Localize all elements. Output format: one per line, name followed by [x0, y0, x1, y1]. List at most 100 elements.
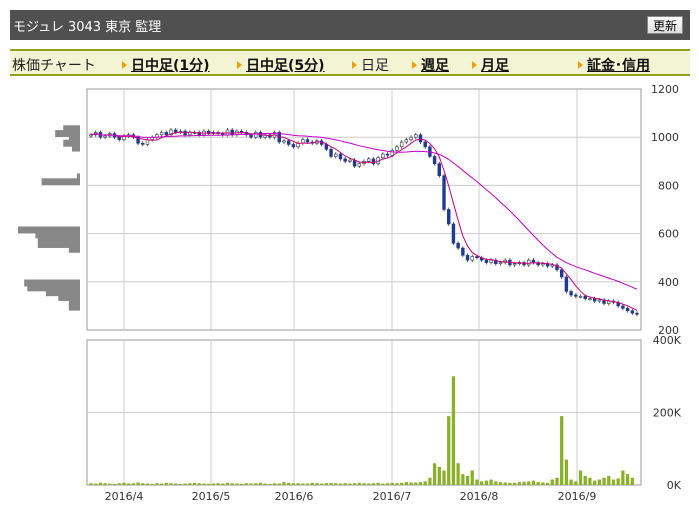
candle-body: [489, 259, 493, 263]
price-tick-label: 800: [658, 179, 679, 192]
volume-bar: [357, 482, 361, 485]
volume-bar: [409, 482, 413, 485]
arrow-icon: [578, 61, 583, 69]
candle-body: [409, 136, 413, 140]
stock-chart: 2016/4 2016/5 2016/6 2016/7 2016/8 2016/92004…: [18, 83, 682, 503]
x-tick-label: 2016/6: [275, 490, 314, 503]
nav-item-label[interactable]: 週足: [421, 58, 449, 74]
volume-bar: [221, 483, 225, 485]
volume-bar: [202, 483, 206, 485]
candle-body: [385, 153, 390, 156]
candle-body: [399, 141, 404, 148]
arrow-icon: [472, 61, 477, 69]
volume-bar: [324, 483, 328, 485]
candle-body: [249, 134, 253, 138]
candle-body: [498, 262, 503, 265]
volume-bar: [522, 481, 526, 485]
volume-bar: [597, 479, 601, 485]
candle-body: [432, 156, 437, 165]
candle-body: [592, 298, 597, 302]
nav-item-label[interactable]: 月足: [481, 58, 509, 74]
candle-body: [541, 263, 545, 266]
volume-bar: [494, 481, 498, 485]
volume-bar: [616, 478, 620, 485]
volume-bar: [527, 481, 531, 485]
volume-bar: [112, 483, 117, 485]
volume-bar: [287, 482, 291, 485]
volume-bar: [456, 463, 460, 485]
volume-bar: [338, 483, 343, 485]
candle-body: [635, 312, 639, 315]
volume-bar: [498, 482, 503, 485]
candle-body: [334, 153, 338, 157]
volume-bar: [451, 376, 456, 485]
volume-bar: [475, 479, 479, 485]
nav-item-monthly[interactable]: 月足: [472, 55, 509, 75]
nav-item-label[interactable]: 証金･信用: [587, 58, 650, 74]
arrow-icon: [352, 61, 357, 69]
candle-body: [404, 139, 409, 143]
volume-bar: [352, 483, 357, 485]
candle-body: [366, 158, 371, 162]
candle-body: [418, 134, 423, 143]
volume-bar: [371, 483, 376, 485]
nav-item-label[interactable]: 日中足(1分): [131, 58, 210, 74]
refresh-button[interactable]: 更新: [646, 16, 683, 34]
header-bar: モジュレ 3043 東京 監理 更新: [10, 10, 690, 40]
nav-item-margin[interactable]: 証金･信用: [578, 55, 650, 75]
volume-bar: [174, 483, 178, 485]
nav-item-intraday-1m[interactable]: 日中足(1分): [122, 55, 210, 75]
volume-bar: [592, 480, 597, 485]
candle-body: [621, 305, 625, 309]
volume-bar: [141, 483, 145, 485]
nav-item-intraday-5m[interactable]: 日中足(5分): [237, 55, 325, 75]
volume-bar: [583, 475, 587, 485]
volume-bar: [249, 483, 253, 485]
volume-tick-label: 400K: [653, 334, 682, 347]
nav-item-daily: 日足: [352, 55, 389, 75]
chart-nav: 株価チャート 日中足(1分) 日中足(5分) 日足 週足 月足 証金･信用: [10, 49, 690, 76]
price-tick-label: 600: [658, 228, 679, 241]
candle-body: [286, 140, 291, 145]
volume-bar: [385, 483, 390, 485]
volume-bar: [343, 483, 347, 485]
volume-bar: [461, 474, 465, 485]
volume-bar: [207, 483, 211, 485]
candle-body: [574, 294, 578, 297]
volume-bar: [545, 482, 550, 485]
candle-body: [625, 308, 630, 312]
price-tick-label: 400: [658, 276, 679, 289]
volume-bar: [400, 482, 404, 485]
volume-bar: [150, 483, 154, 485]
volume-bar: [169, 483, 173, 485]
volume-bar: [239, 483, 244, 485]
candle-body: [531, 259, 536, 263]
volume-bar: [367, 483, 371, 485]
volume-bar: [376, 482, 380, 485]
volume-bar: [531, 480, 536, 485]
volume-bar: [489, 479, 493, 485]
volume-bar: [108, 483, 112, 485]
candle-body: [465, 254, 470, 261]
candle-body: [117, 136, 121, 140]
volume-bar: [216, 483, 220, 485]
candle-body: [447, 209, 451, 225]
volume-bar: [555, 477, 559, 485]
candle-body: [414, 134, 418, 138]
candle-body: [329, 148, 333, 157]
volume-bar: [362, 483, 366, 485]
nav-item-label[interactable]: 日中足(5分): [246, 58, 325, 74]
candle-body: [583, 295, 587, 299]
volume-bar: [159, 483, 164, 485]
volume-bar: [211, 483, 216, 485]
nav-item-weekly[interactable]: 週足: [412, 55, 449, 75]
candle-body: [512, 263, 517, 266]
volume-bar: [277, 483, 281, 485]
x-tick-label: 2016/7: [373, 490, 412, 503]
candle-body: [423, 141, 427, 148]
volume-bar: [428, 477, 432, 485]
candle-body: [461, 247, 465, 256]
candle-body: [559, 269, 564, 278]
volume-bar: [381, 483, 385, 485]
volume-bar: [395, 483, 399, 485]
